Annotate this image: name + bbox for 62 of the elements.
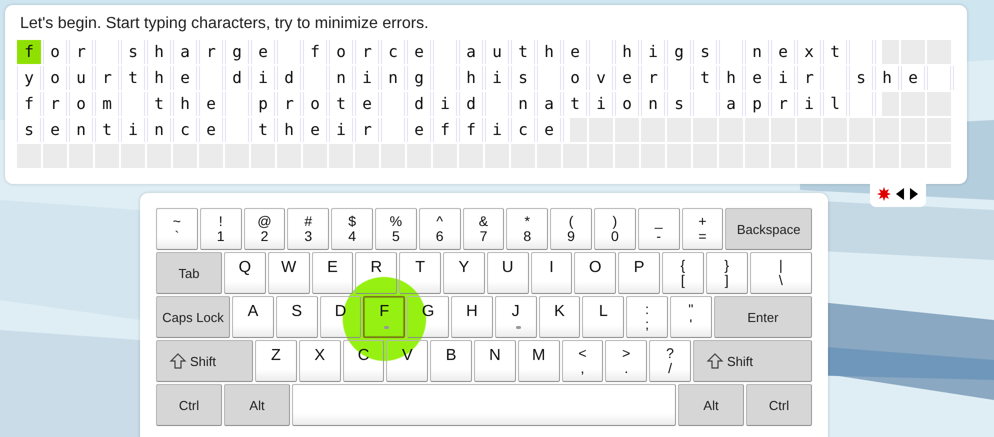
key[interactable]: U [486,252,529,294]
space-key[interactable] [292,384,676,426]
key[interactable]: S [276,296,318,338]
key[interactable]: Z [255,340,297,382]
key[interactable]: _ - [638,208,680,250]
key[interactable]: " ' [670,296,712,338]
key[interactable]: # 3 [287,208,330,250]
key[interactable]: ) 0 [594,208,636,250]
key[interactable]: @ 2 [244,208,286,250]
key[interactable]: + = [682,208,724,250]
key[interactable]: T [399,252,441,294]
key[interactable]: R [355,252,398,294]
key[interactable]: | \ [750,252,812,294]
up-arrow-icon [706,352,724,370]
key[interactable]: W [268,252,310,294]
key[interactable]: } ] [706,252,748,294]
key[interactable]: K [538,296,580,338]
key[interactable]: & 7 [462,208,504,250]
up-arrow-icon [169,352,187,370]
key[interactable]: $ 4 [331,208,373,250]
key[interactable]: E [312,252,354,294]
shift-key[interactable]: Shift [692,340,812,382]
key[interactable]: ! 1 [200,208,242,250]
key[interactable]: O [574,252,616,294]
bump-mark [384,326,390,329]
left-arrow-icon[interactable] [895,188,905,200]
key[interactable]: P [618,252,660,294]
bump-mark [516,326,521,329]
key[interactable]: { [ [662,252,704,294]
key[interactable]: > . [605,340,648,382]
key[interactable]: M [518,340,560,382]
key[interactable]: Enter [714,296,812,338]
key[interactable]: Backspace [725,208,812,250]
key[interactable]: ^ 6 [418,208,461,250]
key[interactable]: Tab [156,252,222,294]
key[interactable]: A [232,296,274,338]
key[interactable]: ~ ` [156,208,198,250]
key[interactable]: X [298,340,341,382]
key[interactable]: I [530,252,572,294]
key[interactable]: Ctrl [156,384,222,426]
instruction-text: Let's begin. Start typing characters, try to minimize errors. [20,15,430,34]
key[interactable]: B [430,340,472,382]
key[interactable]: ? / [649,340,691,382]
key[interactable]: F [363,296,406,338]
key[interactable]: Q [224,252,266,294]
shift-key[interactable]: Shift [156,340,253,382]
starburst-icon[interactable] [877,187,891,201]
key[interactable]: Ctrl [746,384,812,426]
key[interactable]: < , [562,340,604,382]
key[interactable]: H [450,296,493,338]
key[interactable]: % 5 [374,208,417,250]
key[interactable]: L [582,296,624,338]
key[interactable]: N [474,340,516,382]
key[interactable]: Caps Lock [156,296,230,338]
key[interactable]: ( 9 [550,208,592,250]
key[interactable]: Alt [678,384,744,426]
right-arrow-icon[interactable] [909,188,919,200]
key[interactable]: Y [442,252,485,294]
key[interactable]: J [494,296,537,338]
key[interactable]: : ; [626,296,668,338]
key[interactable]: Alt [224,384,290,426]
key[interactable]: * 8 [506,208,548,250]
